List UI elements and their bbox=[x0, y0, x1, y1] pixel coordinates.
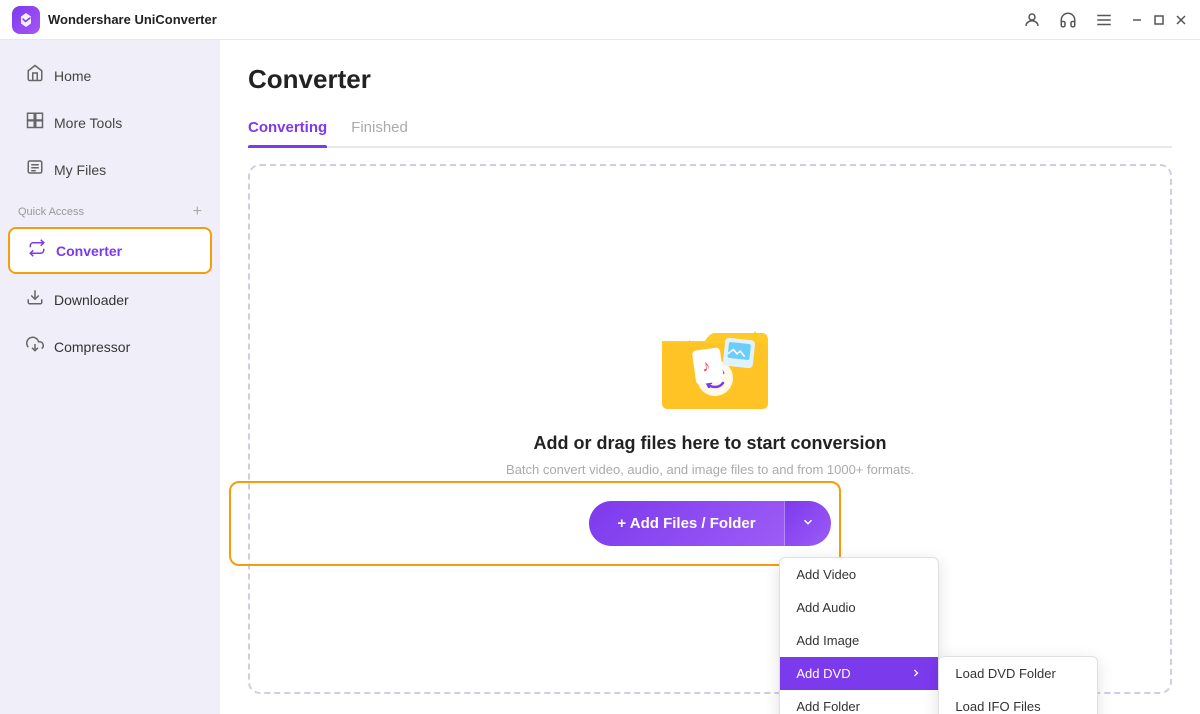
submenu-load-dvd-folder[interactable]: Load DVD Folder bbox=[939, 657, 1097, 690]
add-files-dropdown-button[interactable] bbox=[784, 501, 831, 546]
svg-text:✦: ✦ bbox=[686, 338, 693, 347]
sidebar-more-tools-label: More Tools bbox=[54, 115, 122, 131]
quick-access-add-button[interactable]: + bbox=[193, 203, 202, 221]
tab-finished[interactable]: Finished bbox=[351, 111, 408, 146]
sidebar-item-more-tools[interactable]: More Tools bbox=[8, 101, 212, 144]
titlebar: Wondershare UniConverter bbox=[0, 0, 1200, 40]
sidebar-converter-label: Converter bbox=[56, 243, 122, 259]
sidebar-compressor-label: Compressor bbox=[54, 339, 130, 355]
sidebar-item-converter[interactable]: Converter bbox=[8, 227, 212, 274]
dropdown-add-image[interactable]: Add Image bbox=[780, 624, 938, 657]
more-tools-icon bbox=[26, 111, 44, 134]
dropdown-add-audio[interactable]: Add Audio bbox=[780, 591, 938, 624]
page-title: Converter bbox=[248, 64, 1172, 95]
drop-area-subtitle: Batch convert video, audio, and image fi… bbox=[506, 462, 914, 477]
quick-access-header: Quick Access + bbox=[0, 193, 220, 225]
sidebar-my-files-label: My Files bbox=[54, 162, 106, 178]
minimize-button[interactable] bbox=[1130, 13, 1144, 27]
drop-area-title: Add or drag files here to start conversi… bbox=[533, 433, 886, 454]
quick-access-label: Quick Access bbox=[18, 206, 84, 218]
tab-converting[interactable]: Converting bbox=[248, 111, 327, 146]
add-files-row: + Add Files / Folder Add Video Add Audio… bbox=[589, 501, 830, 546]
window-controls bbox=[1130, 13, 1188, 27]
close-button[interactable] bbox=[1174, 13, 1188, 27]
user-icon[interactable] bbox=[1022, 10, 1042, 30]
converter-icon bbox=[28, 239, 46, 262]
sidebar-item-downloader[interactable]: Downloader bbox=[8, 278, 212, 321]
main-content: Converter Converting Finished bbox=[220, 40, 1200, 714]
home-icon bbox=[26, 64, 44, 87]
folder-illustration: ♪ ✦ ✦ ✦ bbox=[650, 313, 770, 413]
sidebar-downloader-label: Downloader bbox=[54, 292, 129, 308]
menu-icon[interactable] bbox=[1094, 10, 1114, 30]
drop-area[interactable]: ♪ ✦ ✦ ✦ Add or drag files here to start … bbox=[248, 164, 1172, 694]
sidebar-item-compressor[interactable]: Compressor bbox=[8, 325, 212, 368]
maximize-button[interactable] bbox=[1152, 13, 1166, 27]
svg-text:✦: ✦ bbox=[750, 328, 760, 342]
dropdown-menu: Add Video Add Audio Add Image Add DVD Lo… bbox=[779, 557, 939, 714]
add-files-button[interactable]: + Add Files / Folder bbox=[589, 501, 783, 546]
dropdown-add-folder[interactable]: Add Folder bbox=[780, 690, 938, 714]
svg-text:✦: ✦ bbox=[758, 361, 765, 370]
dropdown-add-video[interactable]: Add Video bbox=[780, 558, 938, 591]
sidebar-item-my-files[interactable]: My Files bbox=[8, 148, 212, 191]
headphones-icon[interactable] bbox=[1058, 10, 1078, 30]
sidebar: Home More Tools My Files Quick Access + … bbox=[0, 40, 220, 714]
app-body: Home More Tools My Files Quick Access + … bbox=[0, 40, 1200, 714]
titlebar-left: Wondershare UniConverter bbox=[12, 6, 217, 34]
sidebar-item-home[interactable]: Home bbox=[8, 54, 212, 97]
add-files-label: + Add Files / Folder bbox=[617, 515, 755, 532]
tabs-bar: Converting Finished bbox=[248, 111, 1172, 148]
app-logo bbox=[12, 6, 40, 34]
sidebar-home-label: Home bbox=[54, 68, 91, 84]
dvd-submenu: Load DVD Folder Load IFO Files Load ISO … bbox=[938, 656, 1098, 714]
my-files-icon bbox=[26, 158, 44, 181]
compressor-icon bbox=[26, 335, 44, 358]
submenu-load-ifo-files[interactable]: Load IFO Files bbox=[939, 690, 1097, 714]
app-name: Wondershare UniConverter bbox=[48, 12, 217, 27]
downloader-icon bbox=[26, 288, 44, 311]
titlebar-controls bbox=[1022, 10, 1188, 30]
dropdown-add-dvd[interactable]: Add DVD Load DVD Folder Load IFO Files L… bbox=[780, 657, 938, 690]
